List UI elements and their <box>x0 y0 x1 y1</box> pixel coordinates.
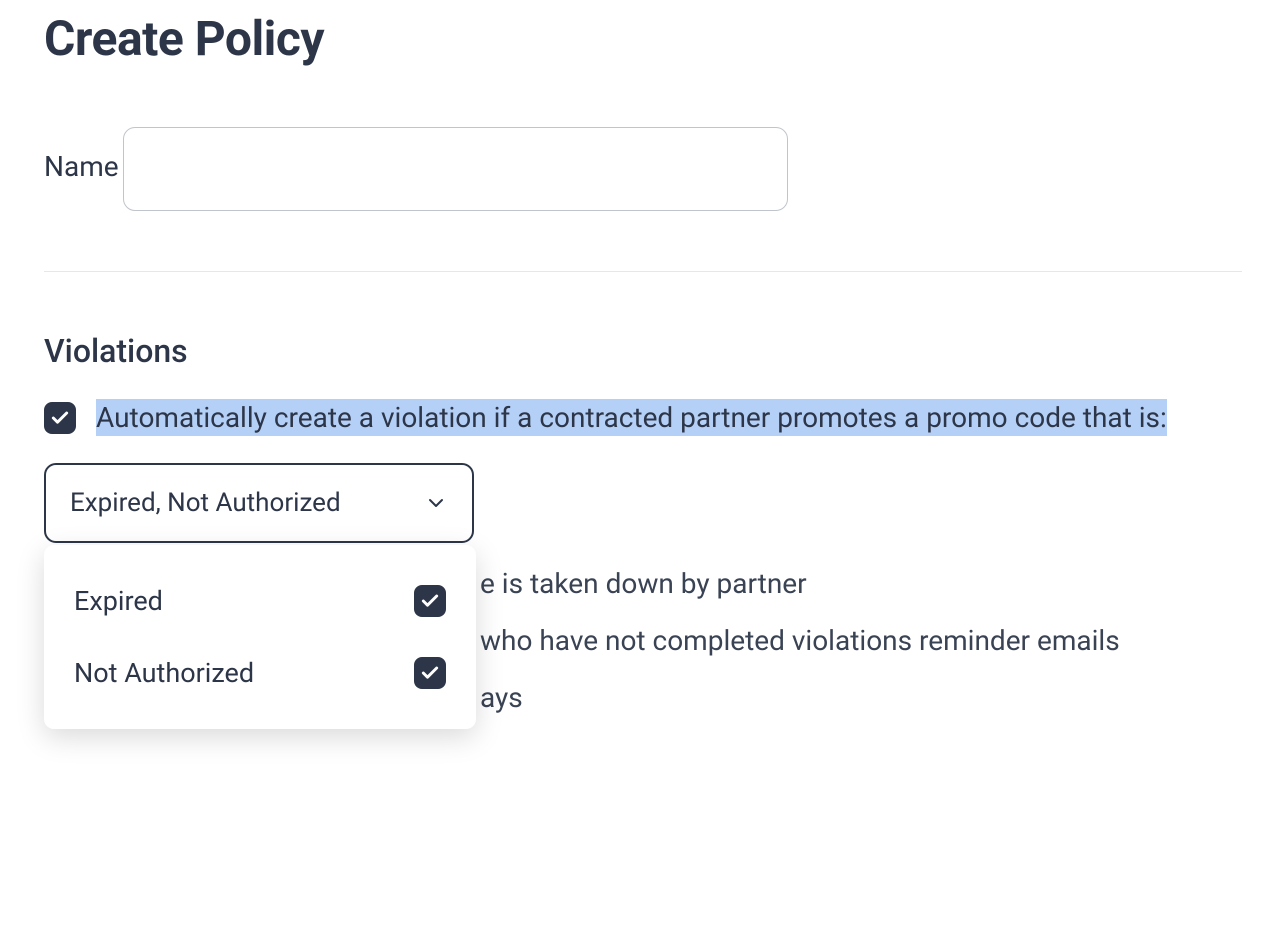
page-title: Create Policy <box>44 10 1242 67</box>
check-icon <box>50 408 70 428</box>
divider <box>44 271 1242 272</box>
dropdown-option-label: Expired <box>74 585 163 617</box>
dropdown-option-not-authorized[interactable]: Not Authorized <box>44 637 476 709</box>
check-icon <box>420 663 440 683</box>
auto-create-checkbox[interactable] <box>44 402 76 434</box>
violation-type-dropdown: Expired Not Authorized <box>44 545 476 729</box>
check-icon <box>420 591 440 611</box>
dropdown-option-checkbox[interactable] <box>414 657 446 689</box>
dropdown-option-expired[interactable]: Expired <box>44 565 476 637</box>
auto-create-label: Automatically create a violation if a co… <box>96 398 1167 439</box>
dropdown-option-checkbox[interactable] <box>414 585 446 617</box>
violation-type-select[interactable]: Expired, Not Authorized <box>44 463 474 543</box>
dropdown-option-label: Not Authorized <box>74 657 254 689</box>
auto-create-label-text: Automatically create a violation if a co… <box>96 399 1167 436</box>
auto-create-row: Automatically create a violation if a co… <box>44 398 1242 439</box>
name-input[interactable] <box>123 127 788 211</box>
name-label: Name <box>44 150 119 183</box>
violation-type-select-wrapper: Expired, Not Authorized Expired Not Auth… <box>44 463 474 543</box>
violation-type-select-value: Expired, Not Authorized <box>70 488 341 518</box>
violations-header: Violations <box>44 332 1242 370</box>
chevron-down-icon <box>424 491 448 515</box>
